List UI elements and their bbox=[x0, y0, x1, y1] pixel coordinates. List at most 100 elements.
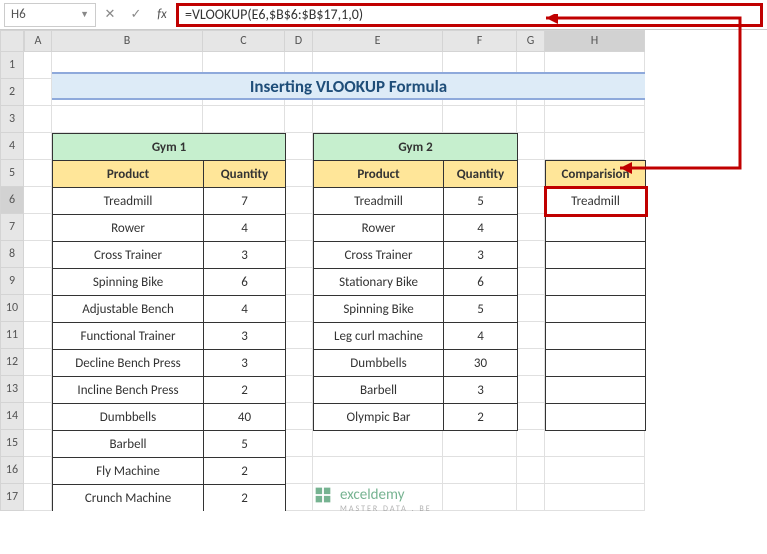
row-header-6[interactable]: 6 bbox=[0, 187, 24, 214]
cell[interactable] bbox=[517, 457, 545, 484]
cell[interactable] bbox=[443, 106, 517, 133]
cell[interactable] bbox=[545, 484, 645, 511]
cell[interactable] bbox=[285, 484, 313, 511]
cell[interactable] bbox=[517, 322, 545, 349]
cell[interactable] bbox=[285, 376, 313, 403]
cell[interactable] bbox=[24, 133, 52, 160]
table-row[interactable]: Fly Machine2 bbox=[53, 458, 286, 485]
cell[interactable] bbox=[285, 295, 313, 322]
name-box-dropdown-icon[interactable]: ▼ bbox=[80, 9, 89, 20]
col-header-H[interactable]: H bbox=[545, 30, 645, 52]
col-header-D[interactable]: D bbox=[285, 30, 313, 52]
table-row[interactable]: Adjustable Bench4 bbox=[53, 296, 286, 323]
cell[interactable] bbox=[545, 133, 645, 160]
col-header-C[interactable]: C bbox=[203, 30, 285, 52]
table-row[interactable]: Rower4 bbox=[53, 215, 286, 242]
cell[interactable] bbox=[517, 268, 545, 295]
comparison-cell[interactable] bbox=[546, 296, 646, 323]
comparison-cell[interactable] bbox=[546, 404, 646, 431]
select-all-corner[interactable] bbox=[0, 30, 24, 52]
cell[interactable] bbox=[24, 430, 52, 457]
table-row[interactable] bbox=[546, 242, 646, 269]
cell[interactable] bbox=[517, 295, 545, 322]
cell[interactable] bbox=[203, 106, 285, 133]
comparison-cell[interactable]: Treadmill bbox=[546, 188, 646, 215]
cell[interactable] bbox=[517, 133, 545, 160]
fx-icon[interactable]: fx bbox=[150, 3, 174, 27]
row-header-7[interactable]: 7 bbox=[0, 214, 24, 241]
table-row[interactable]: Treadmill5 bbox=[314, 188, 518, 215]
row-header-2[interactable]: 2 bbox=[0, 79, 24, 106]
cell[interactable] bbox=[313, 457, 443, 484]
cell[interactable] bbox=[285, 241, 313, 268]
row-header-11[interactable]: 11 bbox=[0, 322, 24, 349]
row-header-1[interactable]: 1 bbox=[0, 52, 24, 79]
cell[interactable] bbox=[285, 322, 313, 349]
table-row[interactable]: Treadmill7 bbox=[53, 188, 286, 215]
cell[interactable] bbox=[24, 106, 52, 133]
table-row[interactable]: Dumbbells30 bbox=[314, 350, 518, 377]
comparison-cell[interactable] bbox=[546, 242, 646, 269]
cell[interactable] bbox=[285, 457, 313, 484]
table-row[interactable] bbox=[546, 215, 646, 242]
table-row[interactable] bbox=[546, 404, 646, 431]
cell[interactable] bbox=[285, 403, 313, 430]
col-header-B[interactable]: B bbox=[52, 30, 203, 52]
table-row[interactable]: Barbell3 bbox=[314, 377, 518, 404]
row-header-3[interactable]: 3 bbox=[0, 106, 24, 133]
cell[interactable] bbox=[517, 187, 545, 214]
table-row[interactable] bbox=[546, 377, 646, 404]
table-row[interactable]: Decline Bench Press3 bbox=[53, 350, 286, 377]
cell[interactable] bbox=[24, 295, 52, 322]
cancel-formula-icon[interactable]: ✕ bbox=[98, 3, 122, 27]
table-row[interactable]: Crunch Machine2 bbox=[53, 485, 286, 512]
cell[interactable] bbox=[517, 160, 545, 187]
cell[interactable] bbox=[24, 187, 52, 214]
cell[interactable] bbox=[24, 160, 52, 187]
table-row[interactable]: Olympic Bar2 bbox=[314, 404, 518, 431]
comparison-cell[interactable] bbox=[546, 323, 646, 350]
row-header-12[interactable]: 12 bbox=[0, 349, 24, 376]
cell[interactable] bbox=[517, 241, 545, 268]
confirm-formula-icon[interactable]: ✓ bbox=[124, 3, 148, 27]
table-row[interactable]: Spinning Bike5 bbox=[314, 296, 518, 323]
cell[interactable] bbox=[24, 268, 52, 295]
cell[interactable] bbox=[517, 349, 545, 376]
name-box[interactable]: H6 ▼ bbox=[4, 3, 96, 27]
table-row[interactable]: Barbell5 bbox=[53, 431, 286, 458]
col-header-G[interactable]: G bbox=[517, 30, 545, 52]
cell[interactable] bbox=[517, 106, 545, 133]
row-header-5[interactable]: 5 bbox=[0, 160, 24, 187]
cell[interactable] bbox=[285, 160, 313, 187]
row-header-4[interactable]: 4 bbox=[0, 133, 24, 160]
row-header-16[interactable]: 16 bbox=[0, 457, 24, 484]
cell[interactable] bbox=[313, 430, 443, 457]
cell[interactable] bbox=[285, 430, 313, 457]
cell[interactable] bbox=[24, 79, 52, 106]
table-row[interactable]: Cross Trainer3 bbox=[314, 242, 518, 269]
cell[interactable] bbox=[545, 457, 645, 484]
cell[interactable] bbox=[443, 484, 517, 511]
grid-body[interactable]: Inserting VLOOKUP Formula Gym 1 Product … bbox=[24, 52, 767, 511]
table-row[interactable] bbox=[546, 296, 646, 323]
cell[interactable] bbox=[52, 106, 203, 133]
table-row[interactable] bbox=[546, 323, 646, 350]
cell[interactable] bbox=[285, 187, 313, 214]
cell[interactable] bbox=[517, 214, 545, 241]
cell[interactable] bbox=[443, 457, 517, 484]
cell[interactable] bbox=[24, 241, 52, 268]
cell[interactable] bbox=[285, 268, 313, 295]
row-header-10[interactable]: 10 bbox=[0, 295, 24, 322]
row-header-15[interactable]: 15 bbox=[0, 430, 24, 457]
table-row[interactable]: Functional Trainer3 bbox=[53, 323, 286, 350]
row-header-13[interactable]: 13 bbox=[0, 376, 24, 403]
row-header-14[interactable]: 14 bbox=[0, 403, 24, 430]
cell[interactable] bbox=[24, 376, 52, 403]
cell[interactable] bbox=[24, 52, 52, 79]
cell[interactable] bbox=[517, 484, 545, 511]
table-row[interactable]: Incline Bench Press2 bbox=[53, 377, 286, 404]
row-header-9[interactable]: 9 bbox=[0, 268, 24, 295]
cell[interactable] bbox=[285, 133, 313, 160]
comparison-cell[interactable] bbox=[546, 269, 646, 296]
col-header-A[interactable]: A bbox=[24, 30, 52, 52]
